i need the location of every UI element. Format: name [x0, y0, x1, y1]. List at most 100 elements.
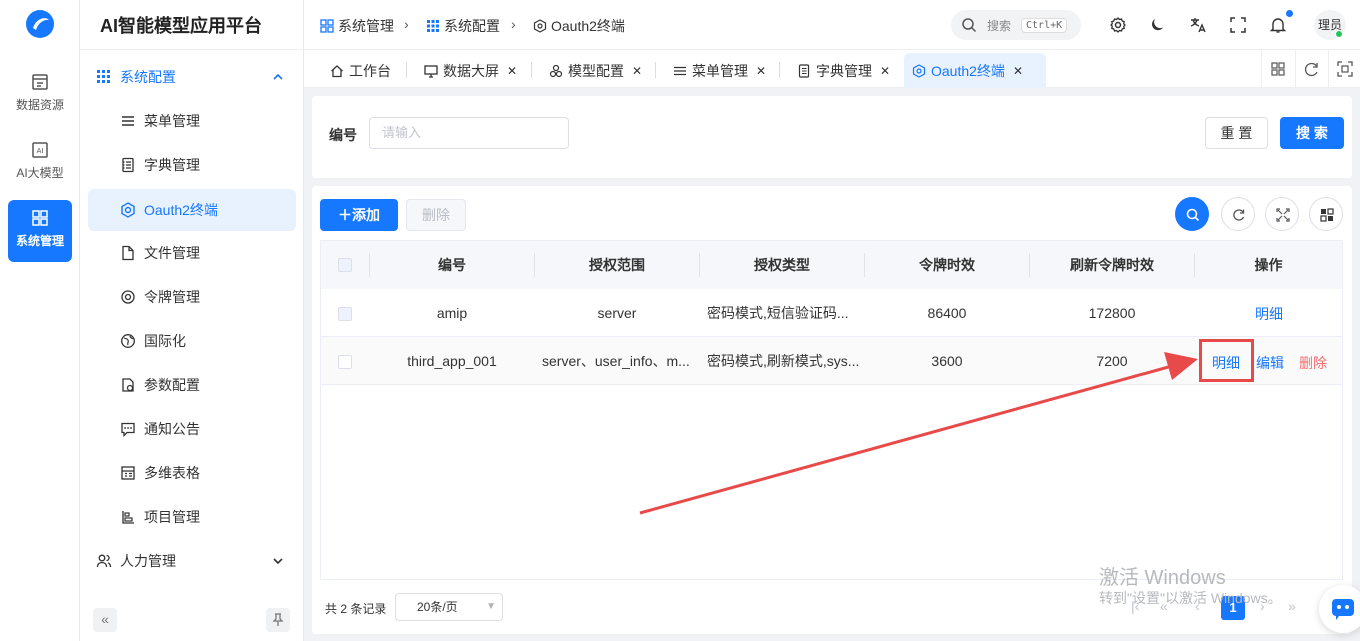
next-jump-icon[interactable]: » — [1288, 598, 1296, 614]
model-icon — [549, 64, 563, 77]
maximize-tab-button[interactable] — [1328, 50, 1360, 88]
close-icon[interactable]: ✕ — [507, 64, 517, 78]
breadcrumb-system[interactable]: 系统管理 — [320, 16, 394, 36]
menu-item-label: 令牌管理 — [144, 289, 200, 305]
settings-gear-icon[interactable] — [1109, 16, 1127, 34]
breadcrumb-separator: › — [511, 16, 516, 32]
tab-grid-button[interactable] — [1261, 50, 1293, 88]
close-icon[interactable]: ✕ — [756, 64, 766, 78]
rail-item-ai-model[interactable]: AI AI大模型 — [8, 132, 72, 194]
tab-oauth2[interactable]: Oauth2终端 ✕ — [904, 53, 1046, 88]
tab-model-config[interactable]: 模型配置 ✕ — [541, 53, 650, 88]
menu-item-label: 文件管理 — [144, 245, 200, 261]
rail-item-data-resources[interactable]: 数据资源 — [8, 64, 72, 126]
cell-client-id: third_app_001 — [407, 353, 497, 369]
select-all-checkbox[interactable] — [338, 258, 352, 272]
menu-item-label: 多维表格 — [144, 465, 200, 481]
column-settings-icon — [1320, 208, 1334, 222]
dark-mode-moon-icon[interactable] — [1148, 16, 1166, 34]
menu-item-notice[interactable]: 通知公告 — [88, 408, 296, 450]
batch-delete-button[interactable]: 删除 — [406, 199, 466, 231]
filter-label: 编号 — [329, 127, 357, 143]
annotation-highlight-box — [1199, 339, 1254, 382]
database-icon — [32, 74, 48, 90]
menu-item-label: 国际化 — [144, 333, 186, 349]
expand-icon — [1276, 208, 1290, 222]
menu-group-system-config[interactable]: 系统配置 — [88, 56, 296, 98]
menu-item-label: 菜单管理 — [144, 113, 200, 129]
add-button[interactable]: ＋添加 — [320, 199, 398, 231]
divider — [80, 49, 304, 50]
cell-token-validity: 3600 — [931, 353, 963, 369]
app-title: AI智能模型应用平台 — [100, 16, 262, 36]
chevron-down-icon — [273, 558, 283, 565]
menu-item-oauth2[interactable]: Oauth2终端 — [88, 189, 296, 231]
tab-dictionary[interactable]: 字典管理 ✕ — [789, 53, 898, 88]
monitor-icon — [424, 64, 438, 78]
fullscreen-icon[interactable] — [1229, 16, 1247, 34]
page-size-value: 20条/页 — [417, 600, 458, 614]
token-icon — [121, 290, 135, 304]
breadcrumb-oauth2: Oauth2终端 — [533, 16, 625, 36]
oauth-icon — [121, 202, 135, 218]
column-settings-button[interactable] — [1309, 197, 1343, 231]
close-icon[interactable]: ✕ — [880, 64, 890, 78]
row-checkbox[interactable] — [338, 307, 352, 321]
global-search-input[interactable]: 搜索 Ctrl+K — [951, 10, 1081, 40]
refresh-button[interactable] — [1221, 197, 1255, 231]
edit-link[interactable]: 编辑 — [1256, 353, 1284, 373]
menu-item-project[interactable]: 项目管理 — [88, 496, 296, 538]
toggle-search-button[interactable] — [1175, 197, 1209, 231]
client-id-input[interactable]: 请输入 — [369, 117, 569, 149]
pin-icon — [272, 613, 284, 626]
pin-sidebar-button[interactable] — [266, 608, 290, 632]
cell-grant-types: 密码模式,刷新模式,sys... — [707, 353, 860, 369]
rail-label: AI大模型 — [16, 166, 64, 180]
breadcrumb-system-config[interactable]: 系统配置 — [426, 16, 500, 36]
menu-item-dictionary[interactable]: 字典管理 — [88, 144, 296, 186]
refresh-icon — [1304, 62, 1318, 77]
delete-link[interactable]: 删除 — [1299, 353, 1327, 373]
search-button[interactable]: 搜 索 — [1280, 117, 1344, 149]
cell-refresh-validity: 7200 — [1096, 353, 1128, 369]
collapse-sidebar-button[interactable]: « — [93, 608, 117, 632]
menu-item-i18n[interactable]: 国际化 — [88, 320, 296, 362]
menu-item-menu-management[interactable]: 菜单管理 — [88, 100, 296, 142]
tab-workbench[interactable]: 工作台 — [322, 53, 399, 88]
tab-data-screen[interactable]: 数据大屏 ✕ — [416, 53, 525, 88]
params-icon — [122, 378, 134, 392]
chat-assistant-button[interactable] — [1319, 585, 1360, 633]
menu-group-hr[interactable]: 人力管理 — [88, 540, 296, 582]
table-icon — [121, 466, 135, 480]
close-icon[interactable]: ✕ — [1013, 64, 1023, 78]
menu-item-params[interactable]: 参数配置 — [88, 364, 296, 406]
divider — [406, 62, 407, 78]
menu-item-multi-table[interactable]: 多维表格 — [88, 452, 296, 494]
project-icon — [122, 511, 134, 524]
cell-token-validity: 86400 — [927, 305, 967, 321]
menu-item-token[interactable]: 令牌管理 — [88, 276, 296, 318]
system-icon — [32, 210, 48, 226]
globe-icon — [121, 334, 135, 348]
page-size-select[interactable]: 20条/页 ▼ — [395, 593, 503, 621]
menu-item-file[interactable]: 文件管理 — [88, 232, 296, 274]
column-header: 编号 — [438, 257, 466, 273]
search-icon — [1186, 208, 1200, 222]
cell-scope: server、user_info、m... — [542, 353, 690, 369]
rail-item-system[interactable]: 系统管理 — [8, 200, 72, 262]
refresh-tab-button[interactable] — [1295, 50, 1327, 88]
close-icon[interactable]: ✕ — [632, 64, 642, 78]
bell-icon[interactable] — [1269, 16, 1287, 34]
tab-label: 菜单管理 — [692, 62, 748, 79]
fullscreen-table-button[interactable] — [1265, 197, 1299, 231]
menu-item-label: 字典管理 — [144, 157, 200, 173]
tab-menu-management[interactable]: 菜单管理 ✕ — [665, 53, 774, 88]
tab-label: 数据大屏 — [443, 62, 499, 79]
detail-link[interactable]: 明细 — [1255, 304, 1283, 324]
row-checkbox[interactable] — [338, 355, 352, 369]
rail-label: 数据资源 — [15, 98, 64, 112]
oauth-icon — [533, 19, 547, 33]
reset-button[interactable]: 重 置 — [1205, 117, 1268, 149]
translate-icon[interactable] — [1189, 16, 1207, 34]
breadcrumb-separator: › — [404, 16, 409, 32]
